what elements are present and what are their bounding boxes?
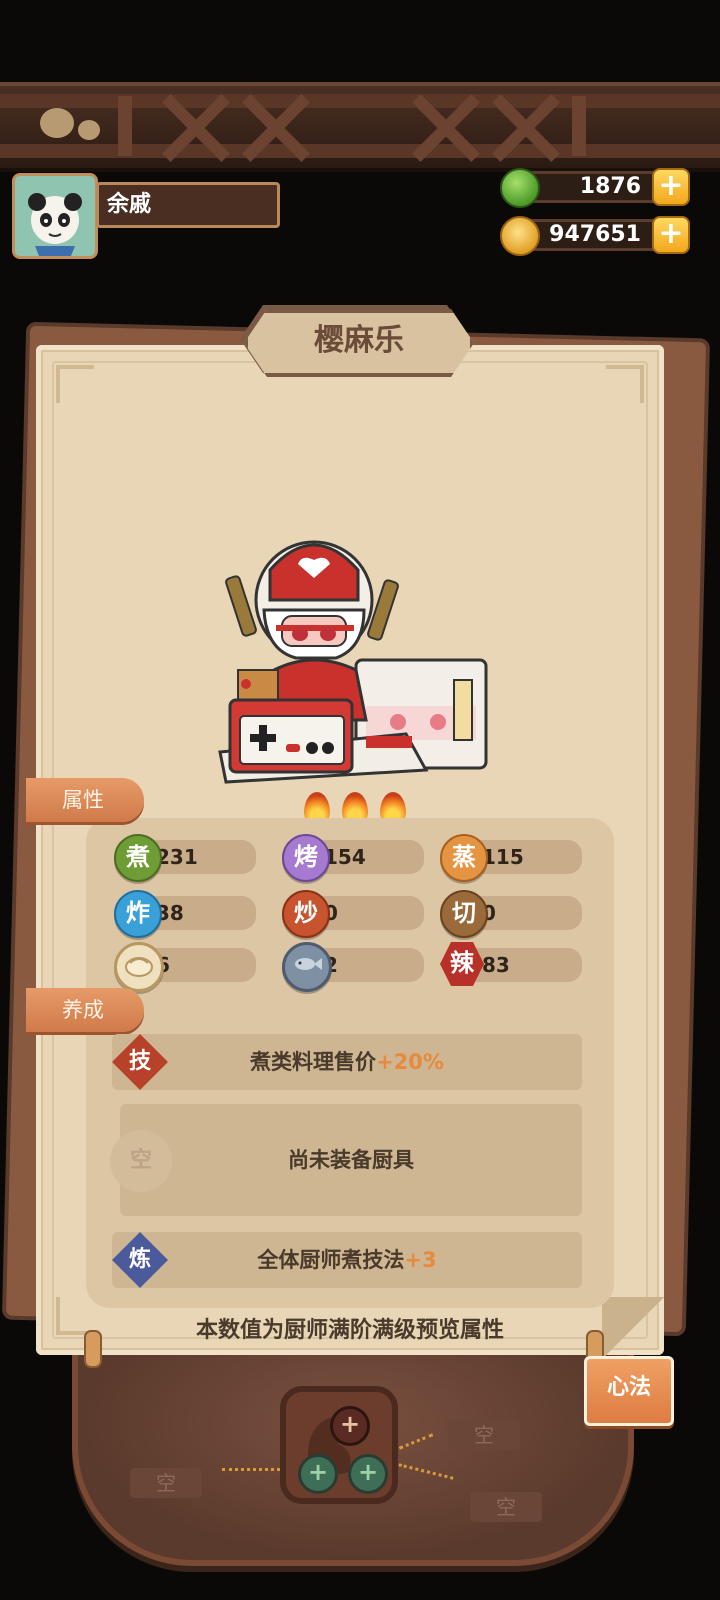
green-gem-icon [500,168,540,208]
coin-icon [500,216,540,256]
stat-stirfry: 0 炒 [282,890,424,938]
boil-icon: 煮 [114,834,162,882]
stirfry-icon: 炒 [282,890,330,938]
add-coin-button[interactable]: + [652,216,690,254]
equipment-empty-text: 尚未装备厨具 [288,1148,414,1172]
top-wooden-beam [0,82,720,172]
add-green-currency-button[interactable]: + [652,168,690,206]
coin-currency-display: 947651 + [500,216,690,256]
right-add-button[interactable]: + [348,1454,388,1494]
chick-decoration [40,108,74,138]
attributes-tab[interactable]: 属性 [26,778,144,822]
chef-portrait [218,540,488,784]
stat-steam: 115 蒸 [440,834,582,882]
player-avatar[interactable] [12,173,98,259]
stat-bun: 6 [114,942,256,992]
stat-fish: 2 [282,942,424,992]
skill-row[interactable]: 技 煮类料理售价+20% [112,1034,582,1090]
refine-icon: 炼 [112,1232,168,1288]
left-add-button[interactable]: + [298,1454,338,1494]
mind-technique-button[interactable]: 心法 [584,1356,674,1426]
cultivation-tab[interactable]: 养成 [26,988,144,1032]
fry-icon: 炸 [114,890,162,938]
panda-avatar-icon [15,176,95,256]
equipment-slot[interactable]: 尚未装备厨具 [120,1104,582,1216]
refine-description: 全体厨师煮技法 [257,1248,405,1272]
technique-slot-left[interactable]: 空 [130,1468,202,1498]
refine-bonus: +3 [404,1248,437,1272]
stat-roast: 154 烤 [282,834,424,882]
technique-core-slot[interactable]: + + + [280,1386,398,1504]
stat-fry: 38 炸 [114,890,256,938]
skill-bonus: +20% [376,1050,444,1074]
cut-icon: 切 [440,890,488,938]
skill-description: 煮类料理售价 [250,1050,377,1074]
green-currency-display: 1876 + [500,168,690,208]
stat-boil: 231 煮 [114,834,256,882]
stat-spicy: 83 辣 [440,942,582,986]
player-name: 余戚 [96,182,280,228]
roast-icon: 烤 [282,834,330,882]
bun-icon [114,942,164,992]
technique-slot-lower-right[interactable]: 空 [470,1492,542,1522]
chef-name-title: 樱麻乐 [244,309,474,377]
skill-icon: 技 [112,1034,168,1090]
chick-decoration [78,120,100,140]
core-add-button[interactable]: + [330,1406,370,1446]
steam-icon: 蒸 [440,834,488,882]
preview-note: 本数值为厨师满阶满级预览属性 [195,1318,504,1343]
stat-cut: 0 切 [440,890,582,938]
fish-icon [282,942,332,992]
equipment-empty-icon: 空 [110,1130,172,1192]
refine-row[interactable]: 炼 全体厨师煮技法+3 [112,1232,582,1288]
scroll-peg-left [84,1330,102,1368]
technique-slot-upper-right[interactable]: 空 [448,1420,520,1450]
